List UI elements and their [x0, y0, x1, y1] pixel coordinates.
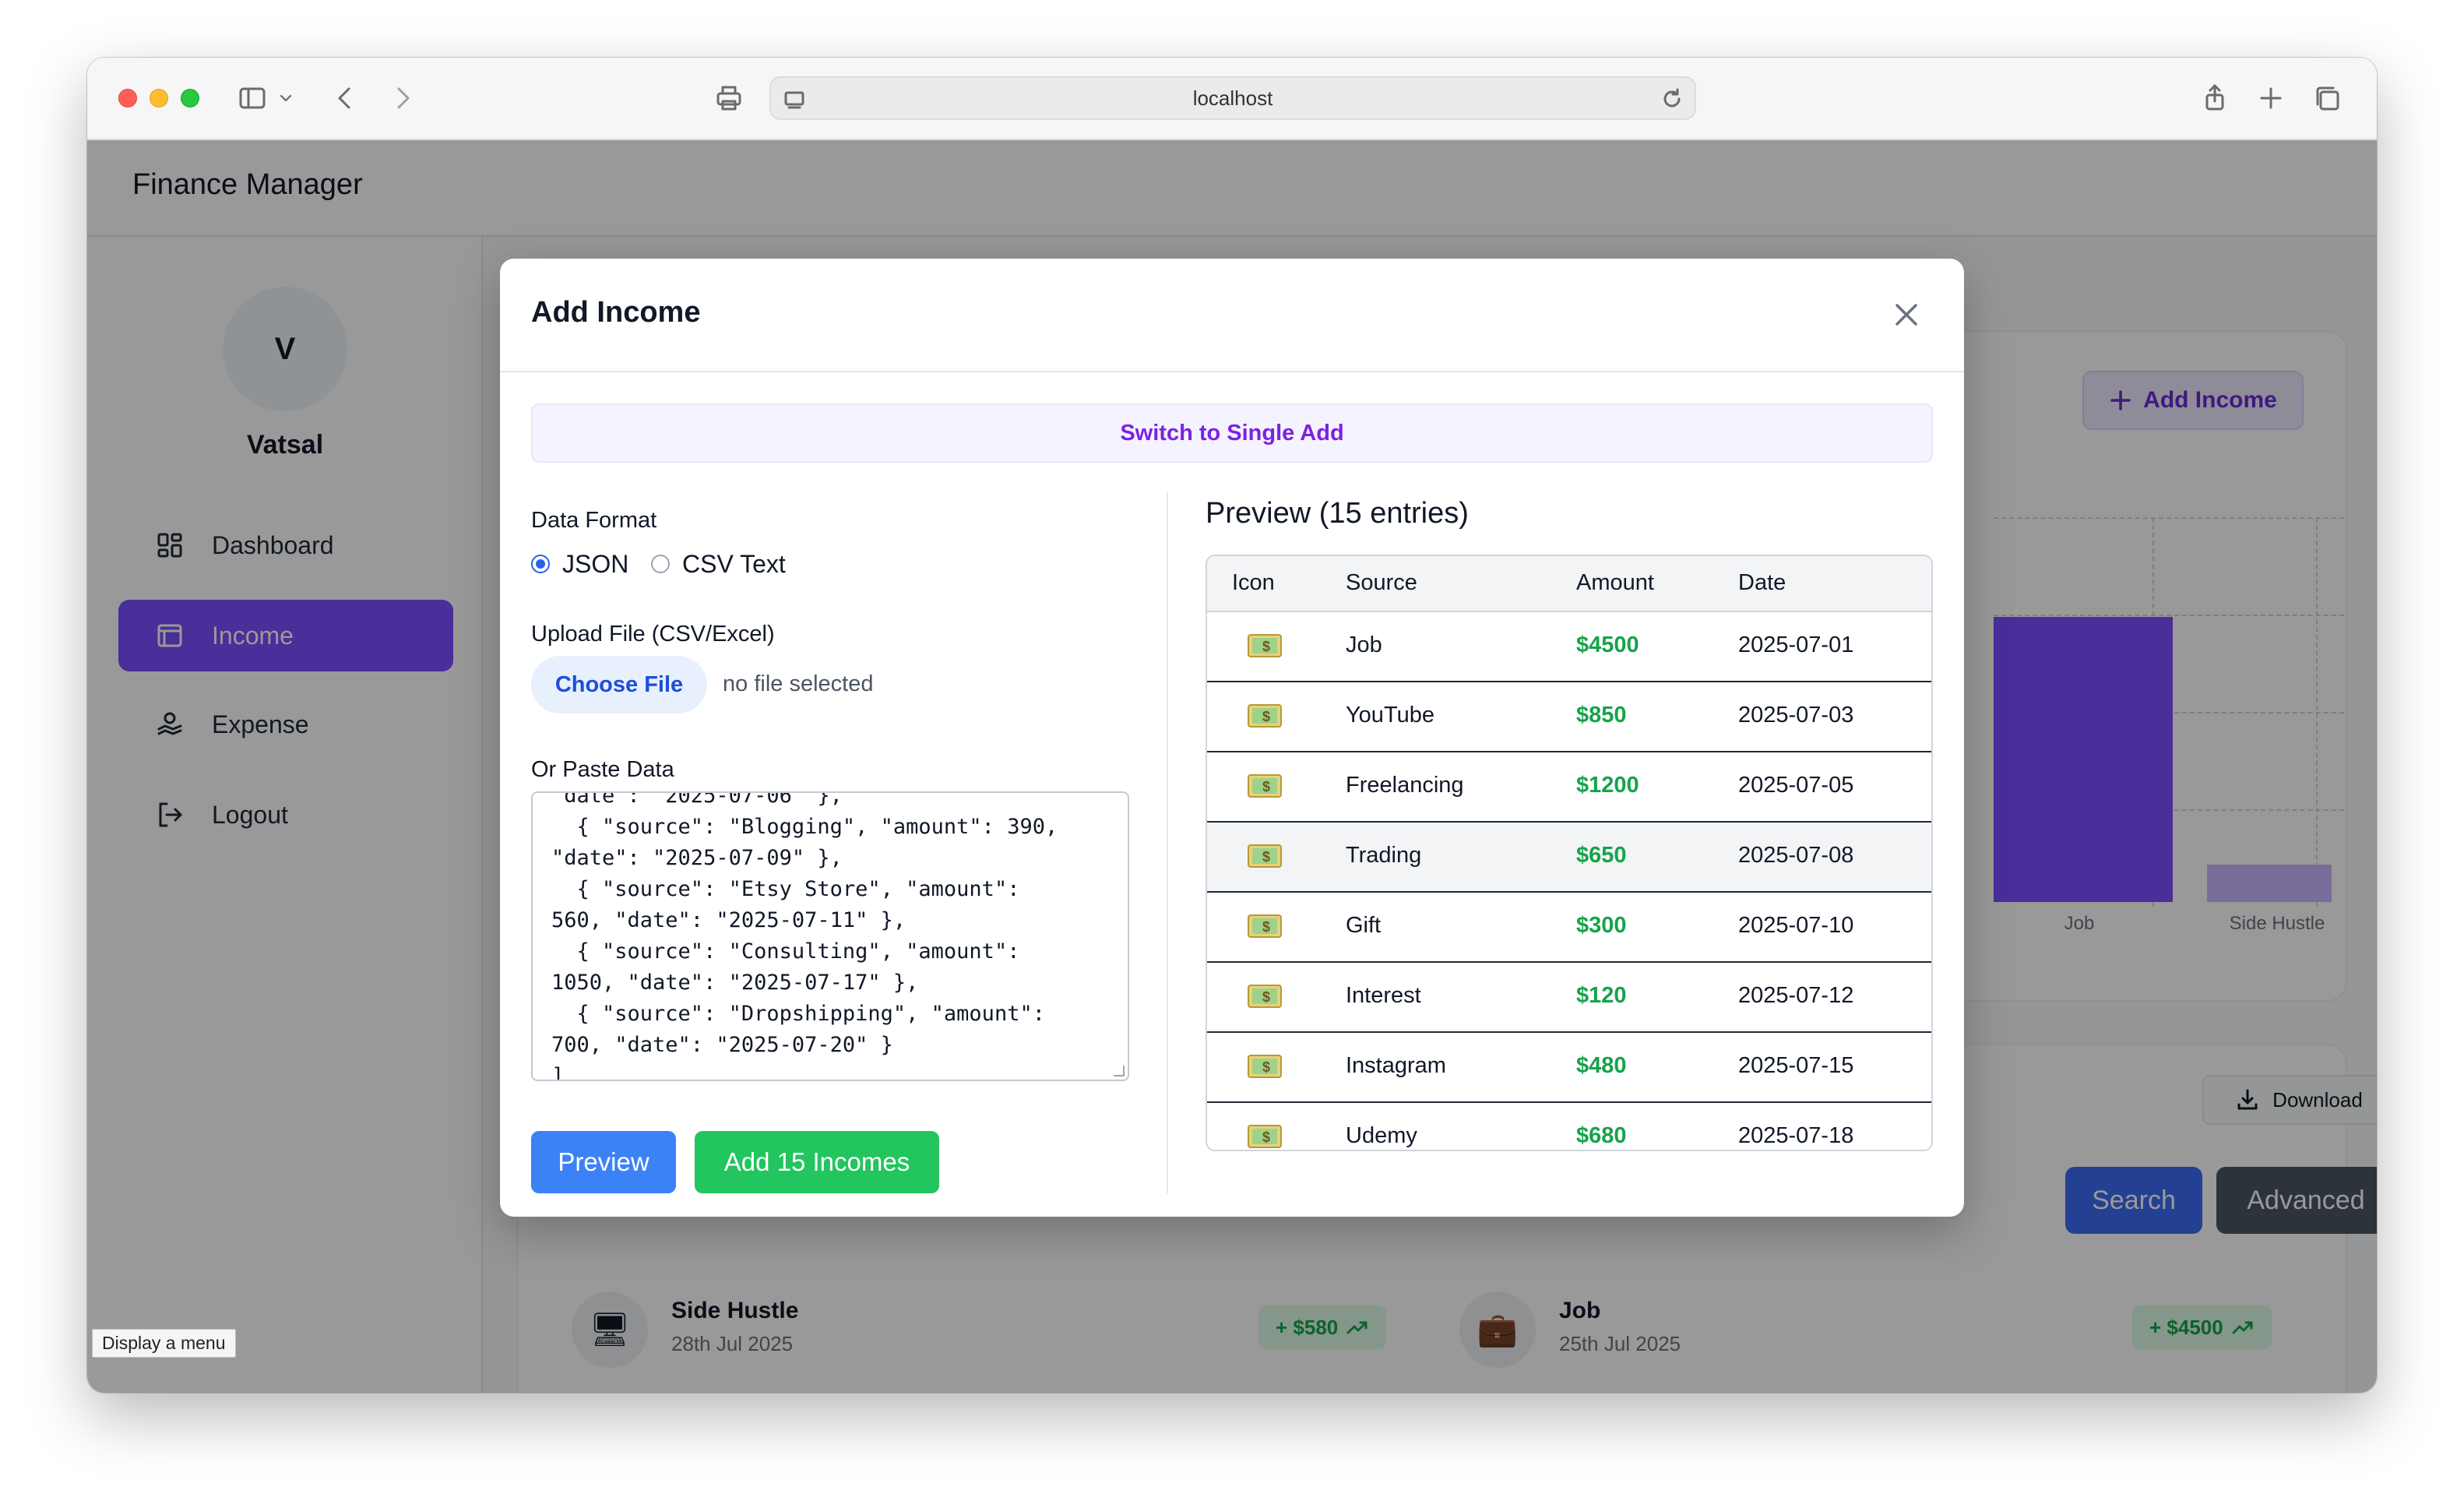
table-row: Trading $650 2025-07-08 [1207, 823, 1931, 893]
reload-icon[interactable] [1659, 86, 1685, 112]
paste-data-text[interactable]: "date": "2025-07-06" }, { "source": "Blo… [551, 793, 1058, 1080]
json-radio-label[interactable]: JSON [562, 550, 628, 579]
chevron-down-icon[interactable] [274, 81, 297, 115]
cell-amount: $4500 [1576, 632, 1639, 657]
new-tab-icon[interactable] [2254, 81, 2288, 115]
preview-title: Preview (15 entries) [1206, 497, 1469, 530]
cell-source: Gift [1346, 913, 1382, 938]
table-row: Job $4500 2025-07-01 [1207, 612, 1931, 682]
cell-date: 2025-07-01 [1738, 632, 1854, 657]
minimize-window-button[interactable] [150, 89, 168, 107]
column-divider [1167, 492, 1168, 1193]
table-row: Freelancing $1200 2025-07-05 [1207, 752, 1931, 823]
back-icon[interactable] [329, 81, 363, 115]
cell-amount: $1200 [1576, 773, 1639, 798]
add-incomes-button[interactable]: Add 15 Incomes [695, 1131, 939, 1193]
money-icon [1248, 914, 1283, 938]
modal-title: Add Income [531, 296, 701, 329]
cell-amount: $680 [1576, 1123, 1627, 1148]
table-row: Gift $300 2025-07-10 [1207, 893, 1931, 963]
upload-file-label: Upload File (CSV/Excel) [531, 622, 775, 647]
cell-source: Instagram [1346, 1053, 1446, 1078]
cell-source: Freelancing [1346, 773, 1464, 798]
csv-text-radio-label[interactable]: CSV Text [682, 550, 786, 579]
preview-button[interactable]: Preview [531, 1131, 676, 1193]
share-icon[interactable] [2198, 81, 2232, 115]
cell-source: Interest [1346, 983, 1421, 1008]
money-icon [1248, 985, 1283, 1008]
choose-file-button[interactable]: Choose File [531, 656, 707, 713]
money-icon [1248, 774, 1283, 798]
json-radio[interactable] [531, 555, 550, 573]
add-income-modal: Add Income Switch to Single Add Data For… [500, 259, 1964, 1217]
resize-handle[interactable] [1114, 1066, 1125, 1076]
print-icon[interactable] [712, 81, 746, 115]
sidebar-toggle-icon[interactable] [235, 81, 269, 115]
preview-table[interactable]: Icon Source Amount Date Job $4500 2025-0… [1206, 555, 1933, 1151]
table-row: Udemy $680 2025-07-18 [1207, 1103, 1931, 1150]
file-status-text: no file selected [723, 671, 874, 696]
cell-date: 2025-07-12 [1738, 983, 1854, 1008]
table-header: Icon Source Amount Date [1207, 556, 1931, 612]
money-icon [1248, 1125, 1283, 1148]
table-row: Instagram $480 2025-07-15 [1207, 1033, 1931, 1103]
cell-amount: $480 [1576, 1053, 1627, 1078]
cell-date: 2025-07-10 [1738, 913, 1854, 938]
column-header-amount: Amount [1576, 570, 1654, 595]
cell-date: 2025-07-15 [1738, 1053, 1854, 1078]
cell-date: 2025-07-03 [1738, 703, 1854, 728]
modal-header: Add Income [500, 259, 1964, 372]
url-text[interactable]: localhost [771, 78, 1695, 118]
forward-icon[interactable] [385, 81, 419, 115]
close-icon[interactable] [1889, 298, 1924, 332]
tooltip: Display a menu [92, 1329, 236, 1358]
money-icon [1248, 1055, 1283, 1078]
cell-date: 2025-07-08 [1738, 843, 1854, 868]
csv-text-radio[interactable] [651, 555, 670, 573]
paste-data-label: Or Paste Data [531, 757, 674, 782]
address-bar[interactable]: localhost [769, 76, 1696, 120]
browser-window: localhost Finance Manager V Vatsal Dashb… [87, 58, 2377, 1393]
cell-date: 2025-07-18 [1738, 1123, 1854, 1148]
cell-amount: $650 [1576, 843, 1627, 868]
cell-amount: $120 [1576, 983, 1627, 1008]
close-window-button[interactable] [118, 89, 137, 107]
cell-source: Trading [1346, 843, 1422, 868]
column-header-icon: Icon [1232, 570, 1275, 595]
cell-date: 2025-07-05 [1738, 773, 1854, 798]
cell-amount: $850 [1576, 703, 1627, 728]
money-icon [1248, 634, 1283, 657]
switch-to-single-add-button[interactable]: Switch to Single Add [531, 403, 1933, 463]
table-row: YouTube $850 2025-07-03 [1207, 682, 1931, 752]
paste-data-textarea[interactable]: "date": "2025-07-06" }, { "source": "Blo… [531, 791, 1129, 1081]
tab-overview-icon[interactable] [2310, 81, 2344, 115]
column-header-source: Source [1346, 570, 1417, 595]
cell-source: Udemy [1346, 1123, 1417, 1148]
column-header-date: Date [1738, 570, 1786, 595]
money-icon [1248, 704, 1283, 728]
browser-toolbar: localhost [87, 58, 2377, 140]
table-row: Interest $120 2025-07-12 [1207, 963, 1931, 1033]
money-icon [1248, 844, 1283, 868]
cell-amount: $300 [1576, 913, 1627, 938]
data-format-label: Data Format [531, 508, 657, 533]
zoom-window-button[interactable] [181, 89, 199, 107]
cell-source: YouTube [1346, 703, 1434, 728]
cell-source: Job [1346, 632, 1382, 657]
